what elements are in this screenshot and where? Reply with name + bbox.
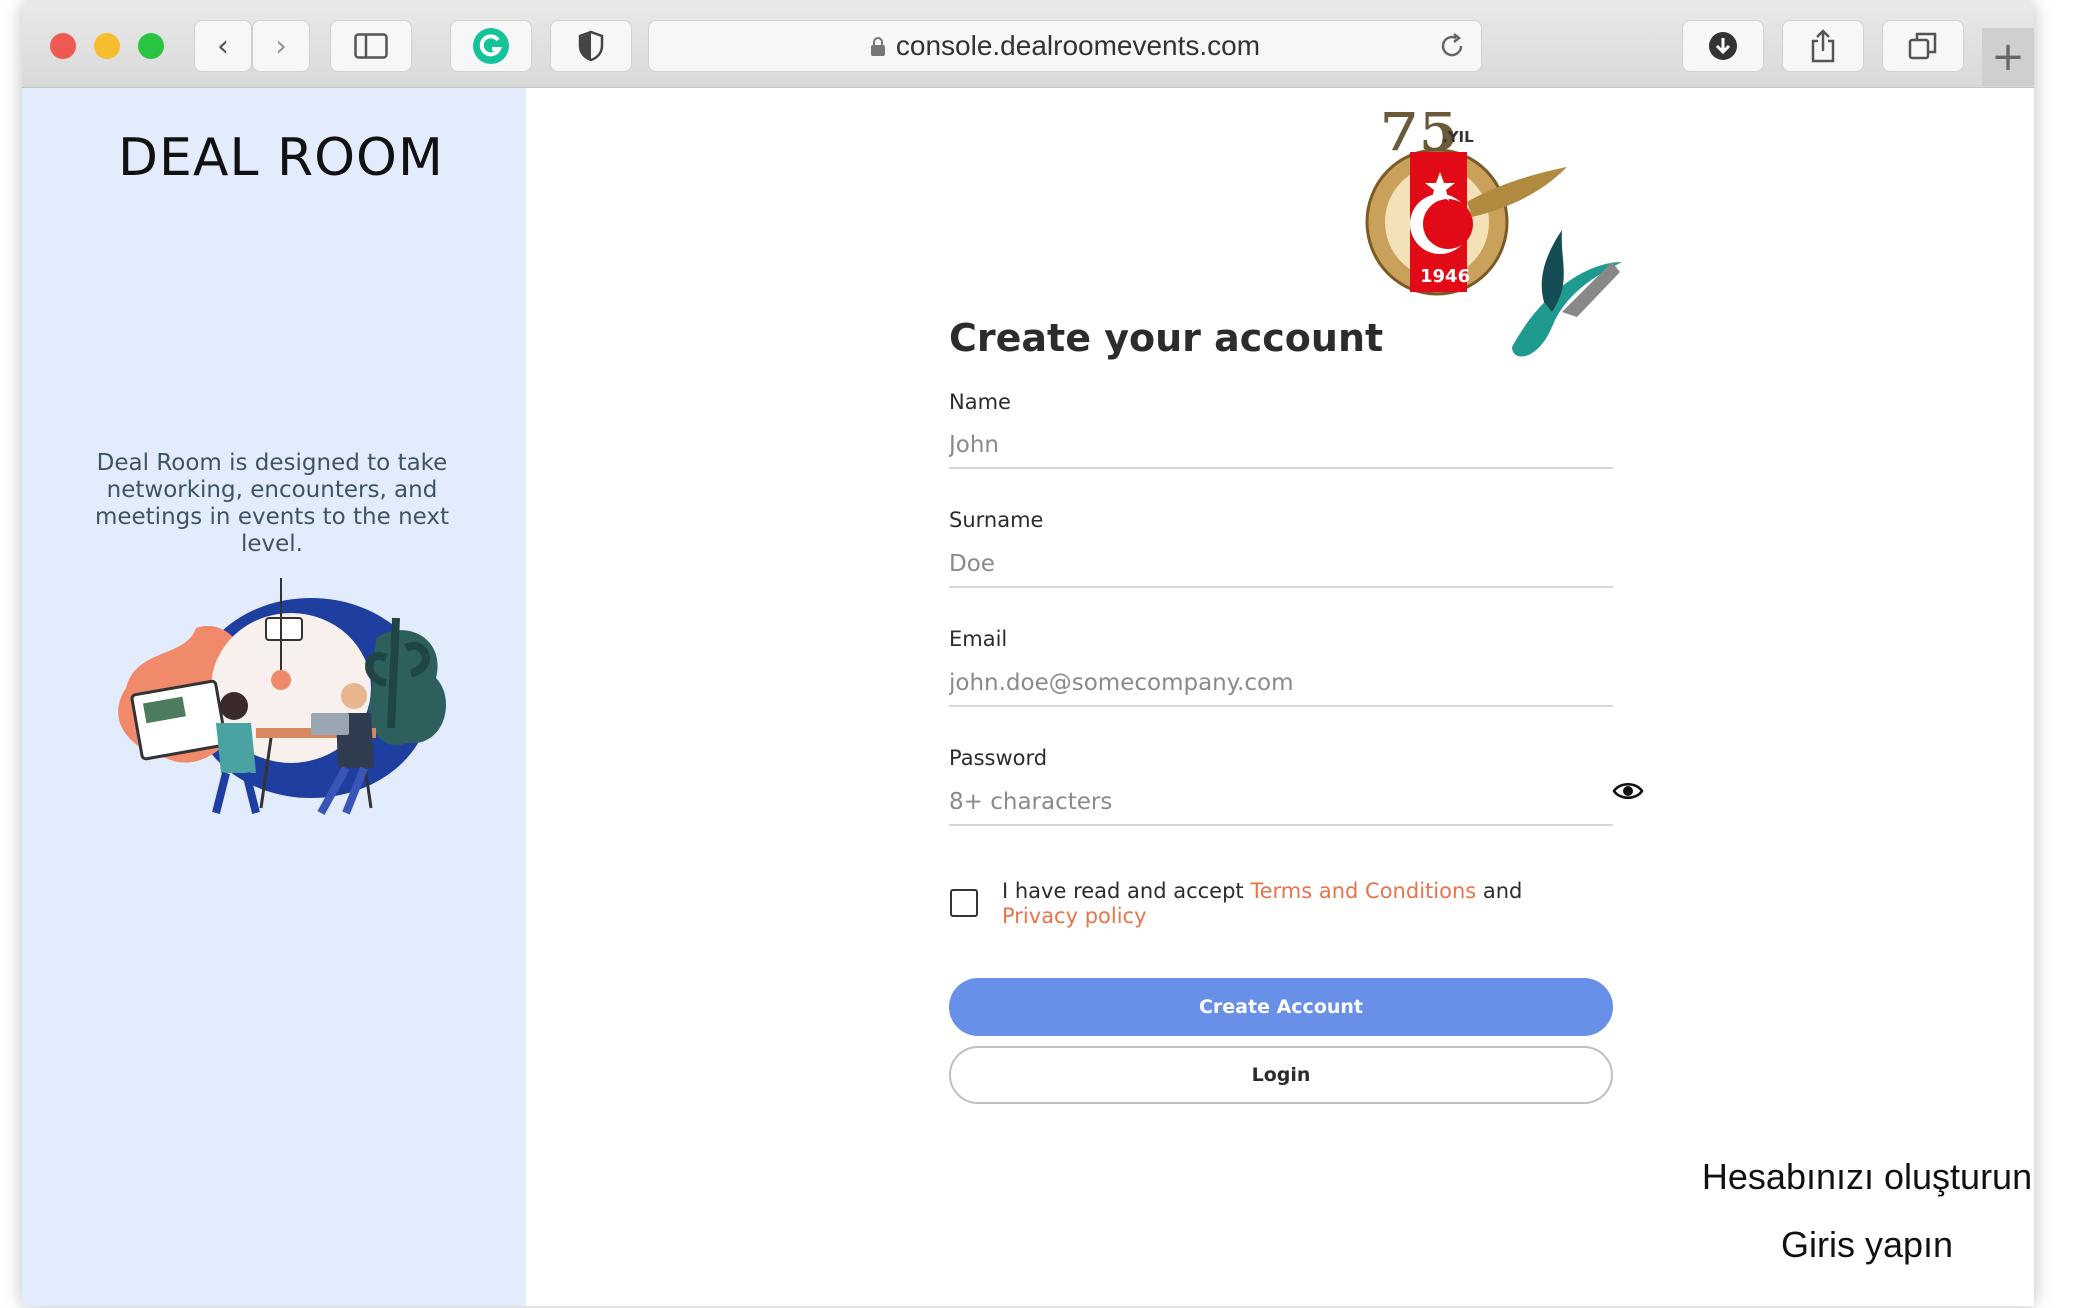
reload-icon [1441,33,1463,57]
privacy-shield-button[interactable] [550,20,632,72]
download-icon [1709,32,1737,60]
accept-terms-checkbox[interactable] [950,889,978,917]
email-label: Email [949,627,1008,651]
sidebar-icon [354,33,388,59]
surname-label: Surname [949,508,1044,532]
share-button[interactable] [1782,20,1864,72]
main-panel: 75 .YIL 1946 Create your account Name Su… [526,88,2034,1306]
terms-and: and [1476,879,1523,903]
name-input[interactable] [949,423,1613,469]
create-account-button[interactable]: Create Account [949,978,1613,1036]
show-password-toggle[interactable] [1612,780,1644,806]
new-tab-button[interactable]: + [1982,28,2034,86]
lock-icon [870,32,886,64]
seal-year: 1946 [1420,266,1470,287]
journalists-association-seal: 75 .YIL 1946 [1365,112,1622,357]
reload-button[interactable] [1437,31,1467,65]
tab-overview-button[interactable] [1882,20,1964,72]
back-button[interactable]: ‹ [194,20,252,72]
create-caption: Hesabınızı oluşturun [1701,1156,2033,1197]
login-button[interactable]: Login [949,1046,1613,1104]
sidebar: DEAL ROOM Deal Room is designed to take … [22,88,526,1306]
email-input[interactable] [949,661,1613,707]
eye-icon [1612,783,1644,799]
login-caption: Giris yapın [1780,1224,1954,1265]
brand-name: DEAL ROOM [118,128,444,188]
sidebar-tagline: Deal Room is designed to take networking… [94,450,450,557]
surname-input[interactable] [949,542,1613,588]
terms-prefix: I have read and accept [1002,879,1251,903]
chevron-right-icon: › [275,28,287,64]
shield-icon [578,30,604,62]
grammarly-icon [473,28,509,64]
terms-link[interactable]: Terms and Conditions [1250,879,1476,903]
chevron-left-icon: ‹ [217,28,229,64]
minimize-window-button[interactable] [94,33,120,59]
seal-ribbon-suffix: .YIL [1442,128,1474,146]
terms-text: I have read and accept Terms and Conditi… [1002,879,1582,929]
page-title: Create your account [949,316,1384,360]
downloads-button[interactable] [1682,20,1764,72]
tabs-icon [1908,32,1937,60]
name-label: Name [949,390,1011,414]
plus-icon: + [1991,34,2025,80]
sidebar-toggle-button[interactable] [330,20,412,72]
share-icon [1811,29,1835,63]
password-label: Password [949,746,1048,770]
networking-illustration [118,578,446,815]
address-bar[interactable]: console.dealroomevents.com [648,20,1482,72]
address-bar-url: console.dealroomevents.com [649,30,1481,64]
close-window-button[interactable] [50,33,76,59]
browser-toolbar: ‹ › console.dealroomevents.com + [22,0,2034,88]
deal-room-logo: DEAL ROOM [118,128,444,188]
password-input[interactable] [949,780,1613,826]
url-text: console.dealroomevents.com [895,30,1261,61]
browser-window: ‹ › console.dealroomevents.com + DEAL RO… [22,0,2034,1306]
privacy-policy-link[interactable]: Privacy policy [1002,904,1147,928]
grammarly-extension-button[interactable] [450,20,532,72]
zoom-window-button[interactable] [138,33,164,59]
forward-button[interactable]: › [252,20,310,72]
